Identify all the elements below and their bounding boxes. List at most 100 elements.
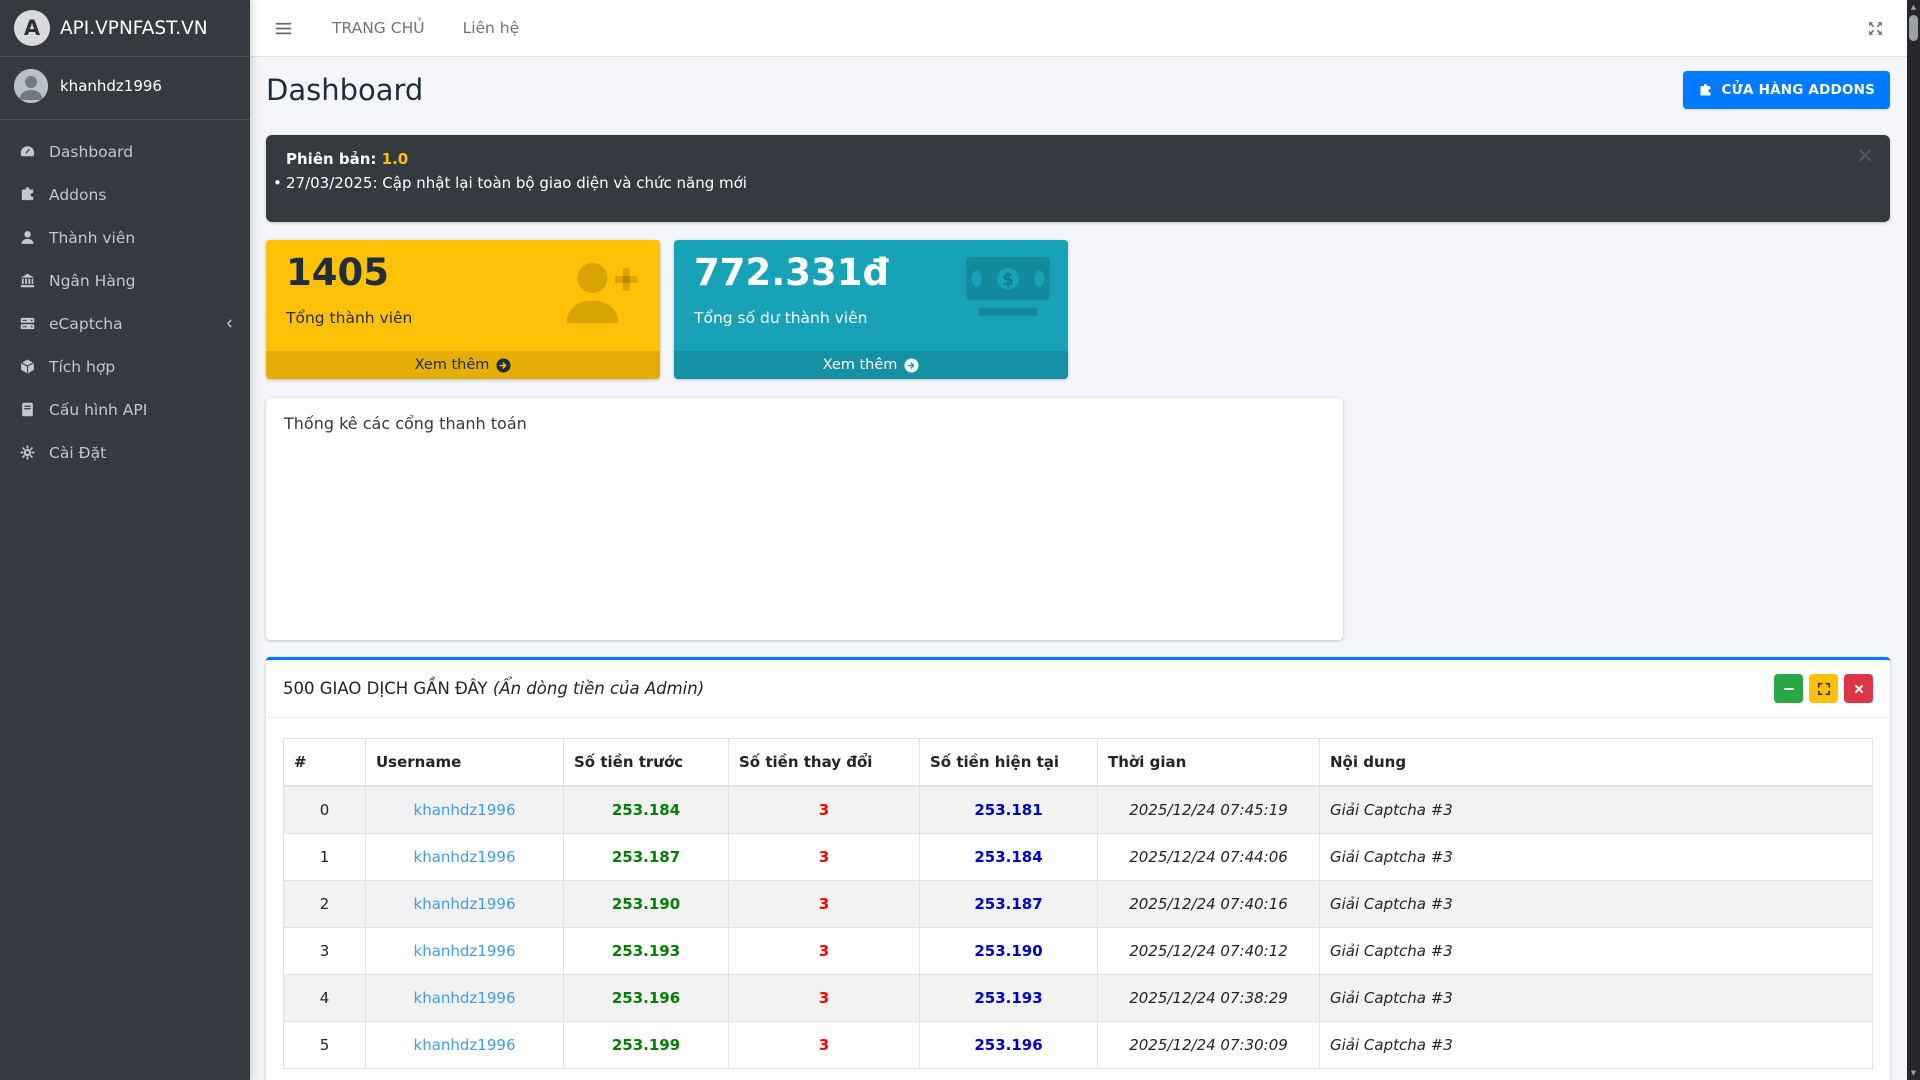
amount-before: 253.190	[564, 881, 729, 928]
sidebar-item-label: Ngân Hàng	[49, 272, 136, 290]
description: Giải Captcha #3	[1320, 975, 1873, 1022]
sidebar-menu: Dashboard Addons Thành viên Ngân Hàng eC…	[0, 120, 250, 474]
book-icon	[14, 401, 40, 418]
amount-current: 253.196	[920, 1022, 1098, 1069]
stat-total-balance: 772.331đ Tổng số dư thành viên $ Xem thê…	[674, 240, 1068, 379]
column-header: Số tiền trước	[564, 739, 729, 787]
amount-current: 253.190	[920, 928, 1098, 975]
stat-balance-more-link[interactable]: Xem thêm	[674, 351, 1068, 379]
amount-before: 253.193	[564, 928, 729, 975]
version-line: Phiên bản: 1.0	[286, 150, 1870, 168]
transactions-table: #UsernameSố tiền trướcSố tiền thay đổiSố…	[283, 738, 1873, 1069]
sidebar-item-bank[interactable]: Ngân Hàng	[0, 259, 250, 302]
row-index: 5	[284, 1022, 366, 1069]
changelog-item: • 27/03/2025: Cập nhật lại toàn bộ giao …	[286, 174, 1870, 192]
nav-link-contact[interactable]: Liên hệ	[463, 19, 520, 37]
table-row: 4khanhdz1996253.1963253.1932025/12/24 07…	[284, 975, 1873, 1022]
minus-icon	[1782, 682, 1796, 696]
addons-store-button-label: CỬA HÀNG ADDONS	[1721, 82, 1875, 98]
sidebar-item-label: Cài Đặt	[49, 444, 106, 462]
username-link[interactable]: khanhdz1996	[366, 834, 564, 881]
arrow-circle-icon	[904, 358, 919, 373]
sidebar-item-members[interactable]: Thành viên	[0, 216, 250, 259]
sidebar-item-settings[interactable]: Cài Đặt	[0, 431, 250, 474]
brand[interactable]: A API.VPNFAST.VN	[0, 0, 250, 57]
close-icon	[1852, 682, 1866, 696]
column-header: Nội dung	[1320, 739, 1873, 787]
server-icon	[14, 315, 40, 332]
amount-change: 3	[729, 786, 920, 834]
payment-stats-title: Thống kê các cổng thanh toán	[284, 414, 1325, 433]
version-label: Phiên bản:	[286, 150, 376, 168]
scroll-up-arrow-icon[interactable]: ▲	[1907, 0, 1920, 11]
scroll-down-arrow-icon[interactable]: ▼	[1907, 1069, 1920, 1077]
user-panel: khanhdz1996	[0, 57, 250, 120]
column-header: Username	[366, 739, 564, 787]
main-area: TRANG CHỦ Liên hệ Dashboard CỬA HÀNG ADD…	[250, 0, 1920, 1080]
top-navbar: TRANG CHỦ Liên hệ	[250, 0, 1920, 57]
transactions-card-body: #UsernameSố tiền trướcSố tiền thay đổiSố…	[266, 718, 1890, 1080]
menu-toggle-icon[interactable]	[273, 18, 294, 39]
expand-button[interactable]	[1809, 674, 1838, 703]
arrow-circle-icon	[496, 358, 511, 373]
more-link-label: Xem thêm	[415, 357, 490, 373]
card-tools	[1774, 674, 1873, 703]
gauge-icon	[14, 143, 40, 160]
username-link[interactable]: khanhdz1996	[366, 928, 564, 975]
column-header: Thời gian	[1098, 739, 1320, 787]
collapse-button[interactable]	[1774, 674, 1803, 703]
nav-link-home[interactable]: TRANG CHỦ	[332, 19, 425, 37]
scrollbar-thumb[interactable]	[1909, 15, 1918, 41]
username-link[interactable]: khanhdz1996	[366, 975, 564, 1022]
table-header-row: #UsernameSố tiền trướcSố tiền thay đổiSố…	[284, 739, 1873, 787]
sidebar-item-dashboard[interactable]: Dashboard	[0, 130, 250, 173]
changelog-text: 27/03/2025: Cập nhật lại toàn bộ giao di…	[286, 174, 747, 192]
timestamp: 2025/12/24 07:45:19	[1098, 786, 1320, 834]
scrollbar[interactable]: ▲ ▼	[1907, 0, 1920, 1080]
table-row: 3khanhdz1996253.1933253.1902025/12/24 07…	[284, 928, 1873, 975]
stat-boxes: 1405 Tổng thành viên Xem thêm 772.331đ T…	[266, 240, 1890, 379]
svg-text:$: $	[1002, 270, 1013, 289]
username-link[interactable]: khanhdz1996	[366, 881, 564, 928]
username-link[interactable]: khanhdz1996	[366, 786, 564, 834]
stat-members-more-link[interactable]: Xem thêm	[266, 351, 660, 379]
description: Giải Captcha #3	[1320, 1022, 1873, 1069]
money-bill-icon: $	[964, 254, 1052, 324]
puzzle-icon	[14, 186, 40, 203]
amount-before: 253.196	[564, 975, 729, 1022]
remove-button[interactable]	[1844, 674, 1873, 703]
table-row: 0khanhdz1996253.1843253.1812025/12/24 07…	[284, 786, 1873, 834]
column-header: Số tiền thay đổi	[729, 739, 920, 787]
notice-close-icon[interactable]: ×	[1856, 145, 1874, 166]
row-index: 0	[284, 786, 366, 834]
fullscreen-icon[interactable]	[1867, 20, 1884, 37]
stat-total-members: 1405 Tổng thành viên Xem thêm	[266, 240, 660, 379]
content: Dashboard CỬA HÀNG ADDONS Phiên bản: 1.0…	[250, 57, 1920, 1080]
sidebar-item-ecaptcha[interactable]: eCaptcha	[0, 302, 250, 345]
sidebar-item-addons[interactable]: Addons	[0, 173, 250, 216]
sidebar-item-api-config[interactable]: Cấu hình API	[0, 388, 250, 431]
page-title: Dashboard	[266, 73, 423, 107]
description: Giải Captcha #3	[1320, 928, 1873, 975]
addons-store-button[interactable]: CỬA HÀNG ADDONS	[1683, 71, 1890, 109]
sidebar-item-label: Cấu hình API	[49, 401, 147, 419]
description: Giải Captcha #3	[1320, 881, 1873, 928]
timestamp: 2025/12/24 07:44:06	[1098, 834, 1320, 881]
table-row: 5khanhdz1996253.1993253.1962025/12/24 07…	[284, 1022, 1873, 1069]
sidebar-item-integrations[interactable]: Tích hợp	[0, 345, 250, 388]
table-row: 1khanhdz1996253.1873253.1842025/12/24 07…	[284, 834, 1873, 881]
more-link-label: Xem thêm	[823, 357, 898, 373]
gear-icon	[14, 444, 40, 461]
amount-before: 253.184	[564, 786, 729, 834]
table-row: 2khanhdz1996253.1903253.1872025/12/24 07…	[284, 881, 1873, 928]
chevron-left-icon	[223, 317, 236, 330]
version-value: 1.0	[382, 150, 409, 168]
amount-current: 253.181	[920, 786, 1098, 834]
user-name[interactable]: khanhdz1996	[60, 77, 162, 95]
column-header: #	[284, 739, 366, 787]
user-icon	[14, 229, 40, 246]
username-link[interactable]: khanhdz1996	[366, 1022, 564, 1069]
sidebar-item-label: Tích hợp	[49, 358, 115, 376]
transactions-title-text: 500 GIAO DỊCH GẦN ĐÂY	[283, 679, 493, 698]
bank-icon	[14, 272, 40, 289]
